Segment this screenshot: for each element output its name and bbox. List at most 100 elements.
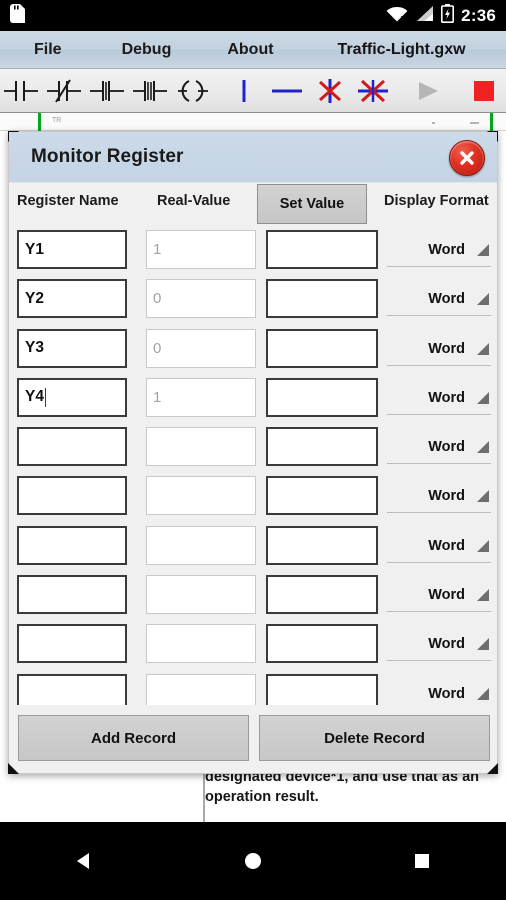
display-format-dropdown[interactable]: Word [387,579,491,613]
set-value-input[interactable] [266,575,378,615]
close-icon[interactable] [449,140,485,176]
chevron-down-icon [477,244,489,256]
dialog-action-bar: Add Record Delete Record [9,707,499,773]
register-name-input[interactable]: Y3 [17,328,127,368]
chevron-down-icon [477,391,489,404]
dialog-column-headers: Register Name Real-Value Set Value Displ… [9,183,497,225]
add-record-button[interactable]: Add Record [18,715,249,761]
chevron-down-icon [477,687,489,700]
register-name-input[interactable] [17,476,127,516]
real-value-field [146,624,256,664]
display-format-dropdown[interactable]: Word [387,431,491,465]
register-name-input[interactable] [17,427,127,467]
real-value-field [146,427,256,467]
table-row: Word [9,471,499,520]
table-row: Y1 1 Word [9,225,499,274]
chevron-down-icon [477,342,489,355]
display-format-value: Word [428,587,465,604]
display-format-dropdown[interactable]: Word [387,628,491,662]
register-name-input[interactable]: Y2 [17,279,127,319]
project-title: Traffic-Light.gxw [337,40,466,58]
dialog-title: Monitor Register [31,146,184,167]
display-format-dropdown[interactable]: Word [387,234,491,267]
display-format-dropdown[interactable]: Word [387,382,491,415]
set-value-input[interactable] [266,377,378,417]
real-value-field [146,575,256,615]
contact-normally-open-icon[interactable] [0,69,43,113]
ladder-header-mark-2 [470,122,479,124]
display-format-dropdown[interactable]: Word [387,678,491,705]
register-name-input[interactable] [17,575,127,615]
chevron-down-icon [477,589,489,602]
chevron-down-icon [477,638,489,651]
dialog-title-bar: Monitor Register [9,132,497,183]
set-value-input[interactable] [266,230,378,269]
android-status-bar: x 2:36 [0,0,506,31]
status-bar-system-icons: x 2:36 [386,3,496,28]
set-value-input[interactable] [266,279,378,319]
register-name-input[interactable]: Y4 [17,377,127,417]
real-value-field: 1 [146,377,256,417]
display-format-value: Word [428,389,465,406]
register-name-input[interactable]: Y1 [17,230,127,269]
chevron-down-icon [477,441,489,454]
table-row: Y3 0 Word [9,324,499,373]
home-icon[interactable] [218,822,288,900]
ladder-header-strip: TR [0,113,506,131]
display-format-value: Word [428,685,465,702]
contact-rising-pulse-icon[interactable] [86,69,129,113]
display-format-value: Word [428,340,465,357]
run-icon[interactable] [406,69,449,113]
vertical-line-icon[interactable] [222,69,265,113]
register-name-input[interactable] [17,624,127,664]
ladder-header-mark-1 [432,122,435,124]
menu-item-debug[interactable]: Debug [116,41,178,59]
column-header-register-name: Register Name [17,193,119,209]
menu-item-file[interactable]: File [28,41,68,59]
table-row: Word [9,619,499,668]
phone-screen: x 2:36 File Debug About Traffic-Light.gx… [0,0,506,900]
set-value-input[interactable] [266,525,378,565]
set-value-input[interactable] [266,624,378,664]
real-value-field [146,673,256,705]
chevron-down-icon [477,293,489,306]
stop-icon[interactable] [463,69,506,113]
display-format-dropdown[interactable]: Word [387,480,491,514]
menu-item-about[interactable]: About [221,41,279,59]
display-format-value: Word [428,291,465,308]
delete-horizontal-line-icon[interactable] [351,69,394,113]
display-format-dropdown[interactable]: Word [387,283,491,317]
cellular-signal-icon [415,5,434,27]
app-menu-bar: File Debug About Traffic-Light.gxw [0,31,506,69]
chevron-down-icon [477,539,489,552]
delete-vertical-line-icon[interactable] [308,69,351,113]
set-value-input[interactable] [266,328,378,368]
horizontal-line-icon[interactable] [265,69,308,113]
set-value-input[interactable] [266,476,378,516]
real-value-field: 0 [146,279,256,319]
recents-icon[interactable] [387,822,457,900]
register-name-input[interactable] [17,525,127,565]
table-row: Word [9,521,499,570]
display-format-dropdown[interactable]: Word [387,333,491,366]
contact-falling-pulse-icon[interactable] [129,69,172,113]
register-rows-list[interactable]: Y1 1 Word Y2 0 Word Y3 0 Word Y4 1 Word Word Word Word… [9,225,499,705]
display-format-value: Word [428,242,465,258]
set-value-input[interactable] [266,427,378,467]
display-format-value: Word [428,439,465,456]
android-nav-bar [0,822,506,900]
set-value-button[interactable]: Set Value [257,184,367,224]
register-name-input[interactable] [17,673,127,705]
table-row: Y4 1 Word [9,373,499,422]
back-icon[interactable] [49,822,119,900]
real-value-field [146,476,256,516]
real-value-field: 0 [146,328,256,368]
set-value-input[interactable] [266,673,378,705]
display-format-dropdown[interactable]: Word [387,530,491,563]
coil-output-icon[interactable] [172,69,215,113]
column-header-display-format: Display Format [384,193,489,209]
delete-record-button[interactable]: Delete Record [259,715,490,761]
display-format-value: Word [428,488,465,505]
text-cursor [44,387,47,407]
contact-normally-closed-icon[interactable] [43,69,86,113]
